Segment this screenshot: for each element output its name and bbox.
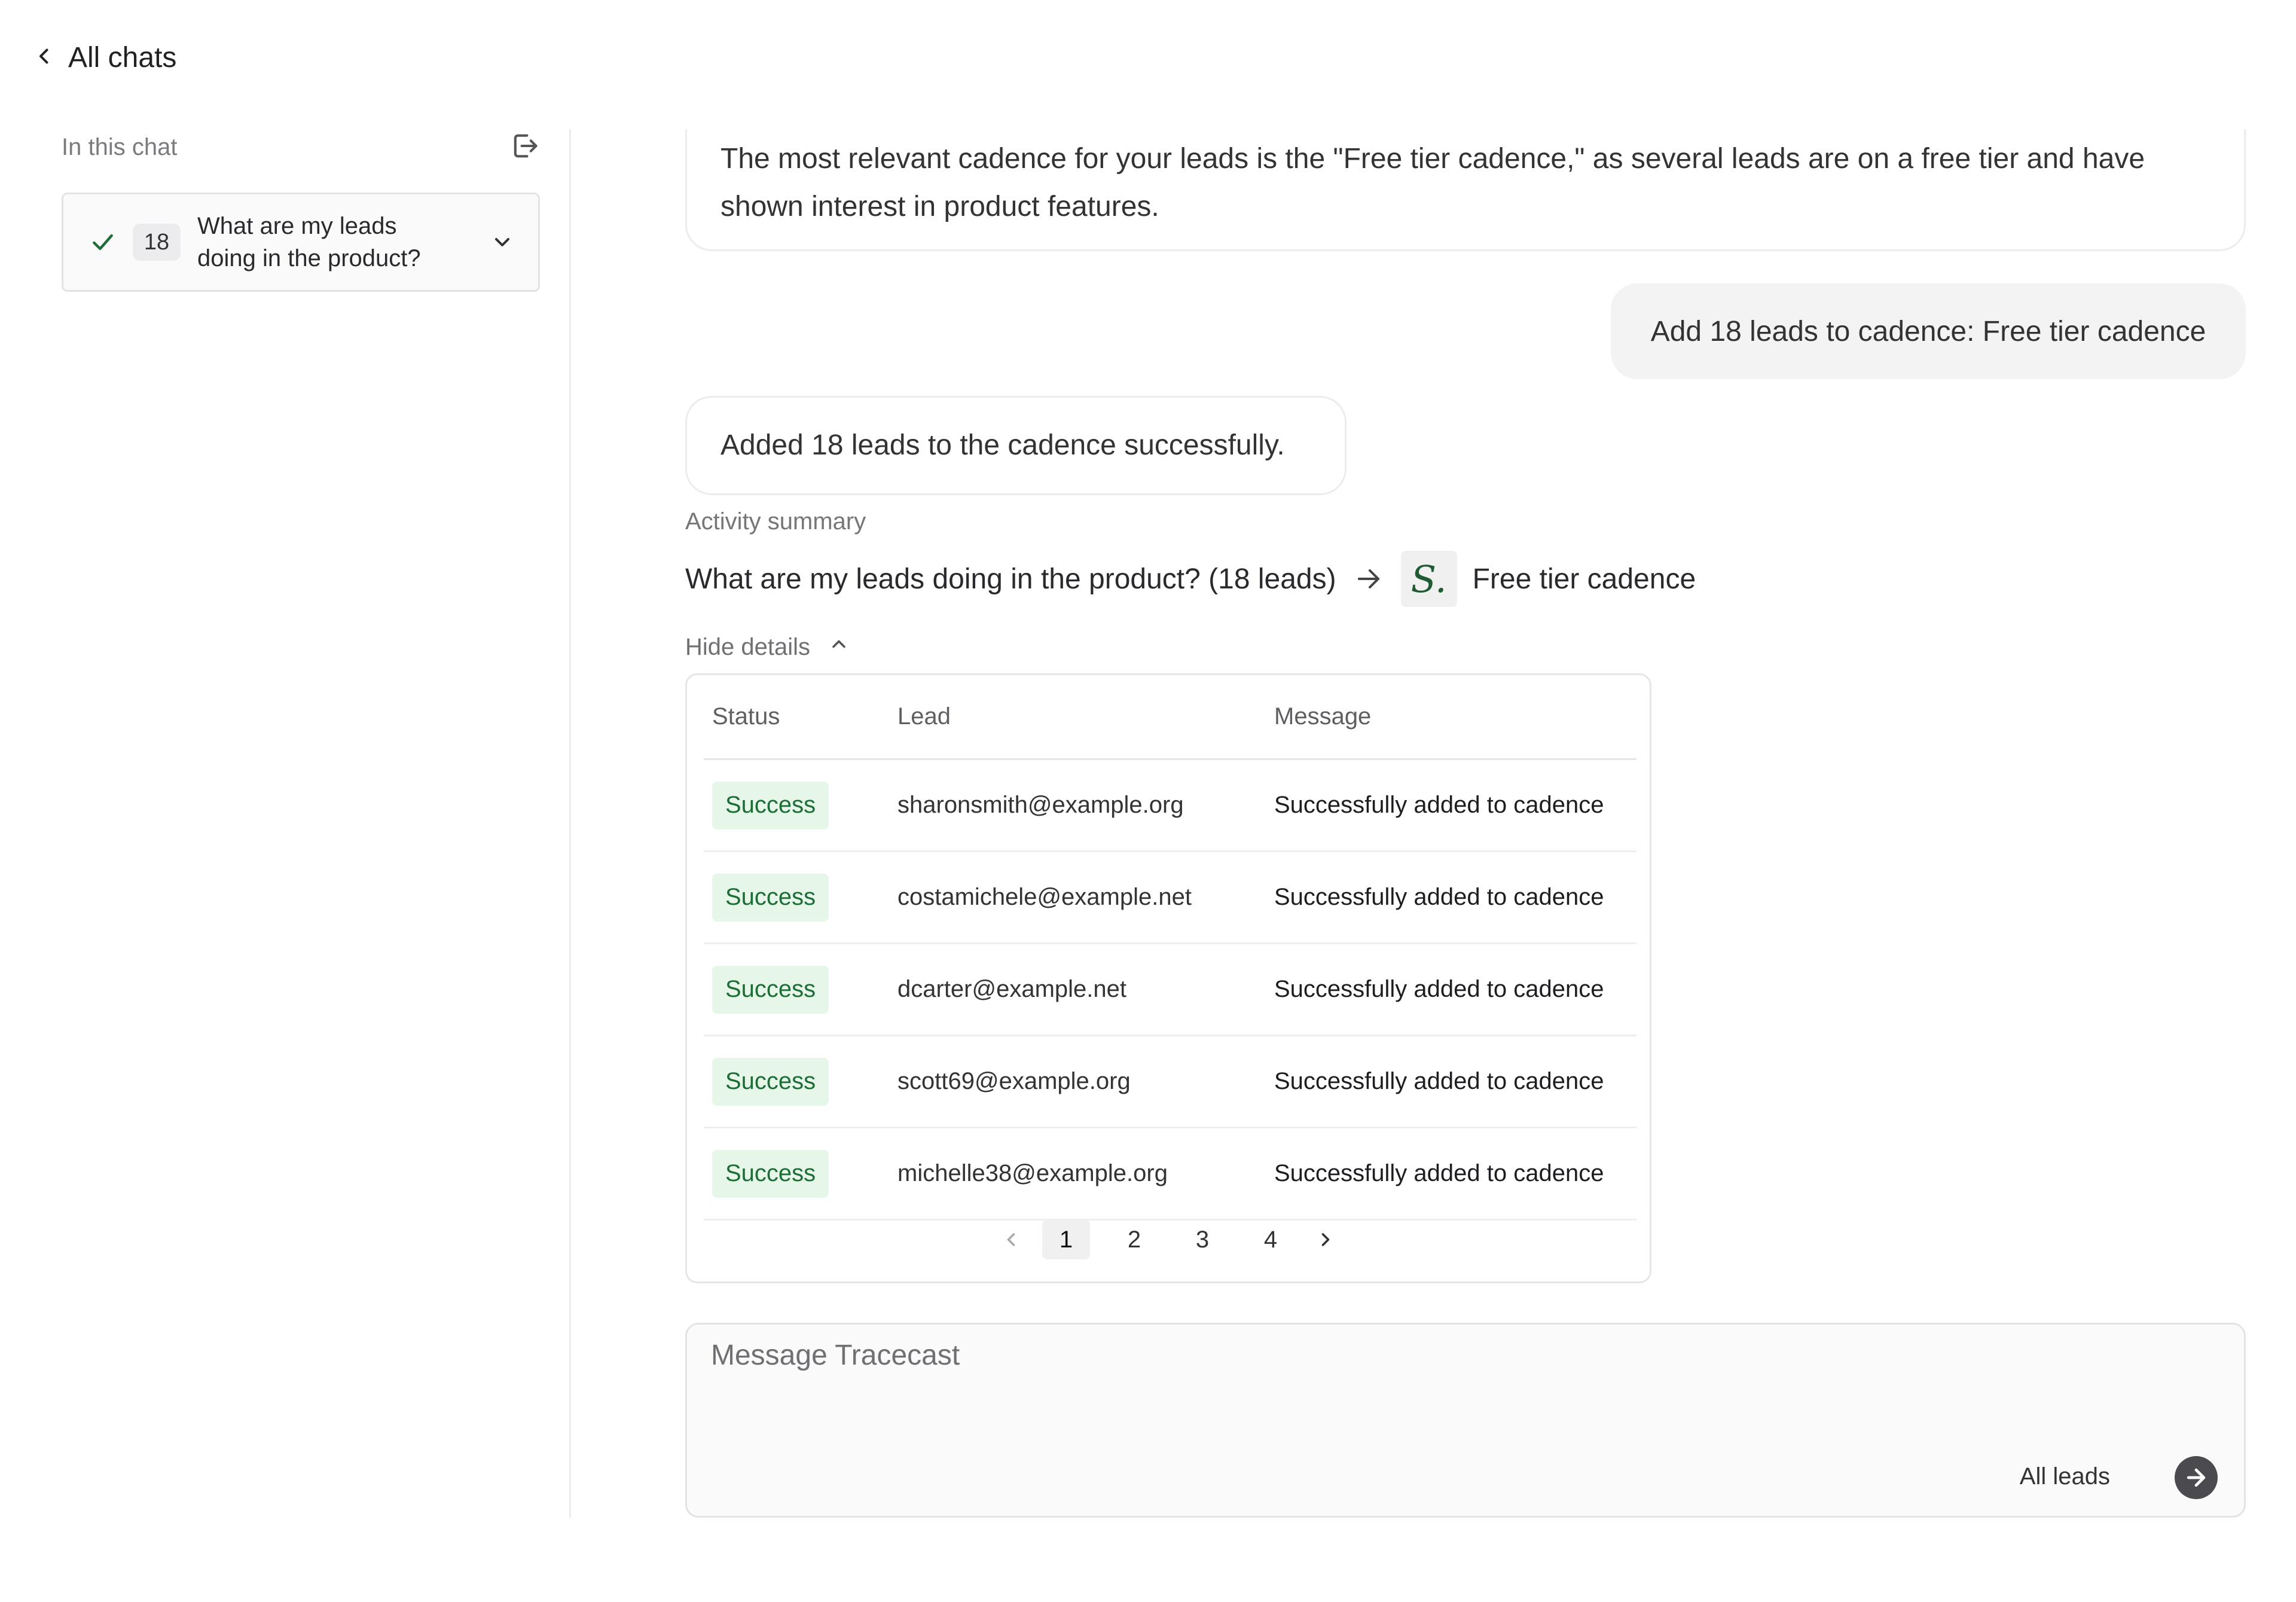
table-header: Status Lead Message <box>704 675 1636 760</box>
row-message: Successfully added to cadence <box>1274 976 1604 1002</box>
header-message: Message <box>1274 703 1372 730</box>
chevron-up-icon <box>828 633 850 661</box>
table-row: Success sharonsmith@example.org Successf… <box>704 760 1636 852</box>
row-message: Successfully added to cadence <box>1274 884 1604 910</box>
all-chats-link[interactable]: All chats <box>33 38 176 77</box>
user-message: Add 18 leads to cadence: Free tier caden… <box>1611 283 2246 379</box>
pagination: 1 2 3 4 <box>687 1216 1650 1264</box>
lead-email: dcarter@example.net <box>897 976 1127 1002</box>
chat-title: What are my leads doing in the product? <box>197 213 421 271</box>
page-2[interactable]: 2 <box>1110 1220 1158 1259</box>
lead-email: scott69@example.org <box>897 1068 1131 1094</box>
arrow-right-icon <box>1354 564 1383 593</box>
chat-lead-count: 18 <box>133 224 181 261</box>
status-badge: Success <box>712 965 829 1014</box>
send-button[interactable] <box>2175 1456 2218 1499</box>
chevron-down-icon[interactable] <box>490 230 514 254</box>
all-chats-label: All chats <box>68 41 177 74</box>
results-table: Status Lead Message Success sharonsmith@… <box>685 673 1651 1283</box>
status-badge: Success <box>712 1149 829 1198</box>
sidebar-heading: In this chat <box>62 133 178 160</box>
status-badge: Success <box>712 873 829 921</box>
row-message: Successfully added to cadence <box>1274 792 1604 818</box>
sidebar-header: In this chat <box>62 129 540 165</box>
message-input[interactable] <box>711 1339 2146 1411</box>
header-lead: Lead <box>897 703 951 730</box>
arrow-right-icon <box>2187 1468 2206 1487</box>
page-1[interactable]: 1 <box>1042 1220 1090 1259</box>
hide-details-label: Hide details <box>685 633 811 660</box>
table-body: Success sharonsmith@example.org Successf… <box>704 760 1636 1220</box>
status-badge: Success <box>712 1057 829 1106</box>
header-status: Status <box>712 703 780 730</box>
lead-scope-selector[interactable]: All leads <box>2020 1463 2110 1490</box>
collapse-sidebar-icon[interactable] <box>509 130 540 164</box>
table-row: Success costamichele@example.net Success… <box>704 852 1636 944</box>
table-row: Success michelle38@example.org Successfu… <box>704 1128 1636 1220</box>
activity-summary-label: Activity summary <box>685 508 866 535</box>
conversation: The most relevant cadence for your leads… <box>685 129 2246 1518</box>
check-icon <box>90 229 116 255</box>
assistant-message: Added 18 leads to the cadence successful… <box>685 396 1347 495</box>
sidebar: In this chat 18 What are my leads doing … <box>0 129 571 1518</box>
table-row: Success scott69@example.org Successfully… <box>704 1036 1636 1128</box>
chevron-right-icon[interactable] <box>1315 1229 1336 1250</box>
hide-details-toggle[interactable]: Hide details <box>685 629 850 665</box>
page-3[interactable]: 3 <box>1178 1220 1226 1259</box>
row-message: Successfully added to cadence <box>1274 1160 1604 1186</box>
activity-target: Free tier cadence <box>1472 563 1696 595</box>
chevron-left-icon <box>33 41 55 74</box>
table-row: Success dcarter@example.net Successfully… <box>704 944 1636 1036</box>
cadence-logo: S. <box>1400 551 1457 607</box>
lead-email: sharonsmith@example.org <box>897 792 1184 818</box>
status-badge: Success <box>712 781 829 829</box>
lead-email: costamichele@example.net <box>897 884 1192 910</box>
chat-item[interactable]: 18 What are my leads doing in the produc… <box>62 193 540 292</box>
lead-email: michelle38@example.org <box>897 1160 1168 1186</box>
activity-summary: What are my leads doing in the product? … <box>685 550 1696 608</box>
row-message: Successfully added to cadence <box>1274 1068 1604 1094</box>
message-composer: All leads <box>685 1323 2246 1518</box>
activity-source: What are my leads doing in the product? … <box>685 563 1336 595</box>
assistant-message: The most relevant cadence for your leads… <box>685 129 2246 251</box>
chevron-left-icon[interactable] <box>1000 1229 1022 1250</box>
page-4[interactable]: 4 <box>1247 1220 1294 1259</box>
